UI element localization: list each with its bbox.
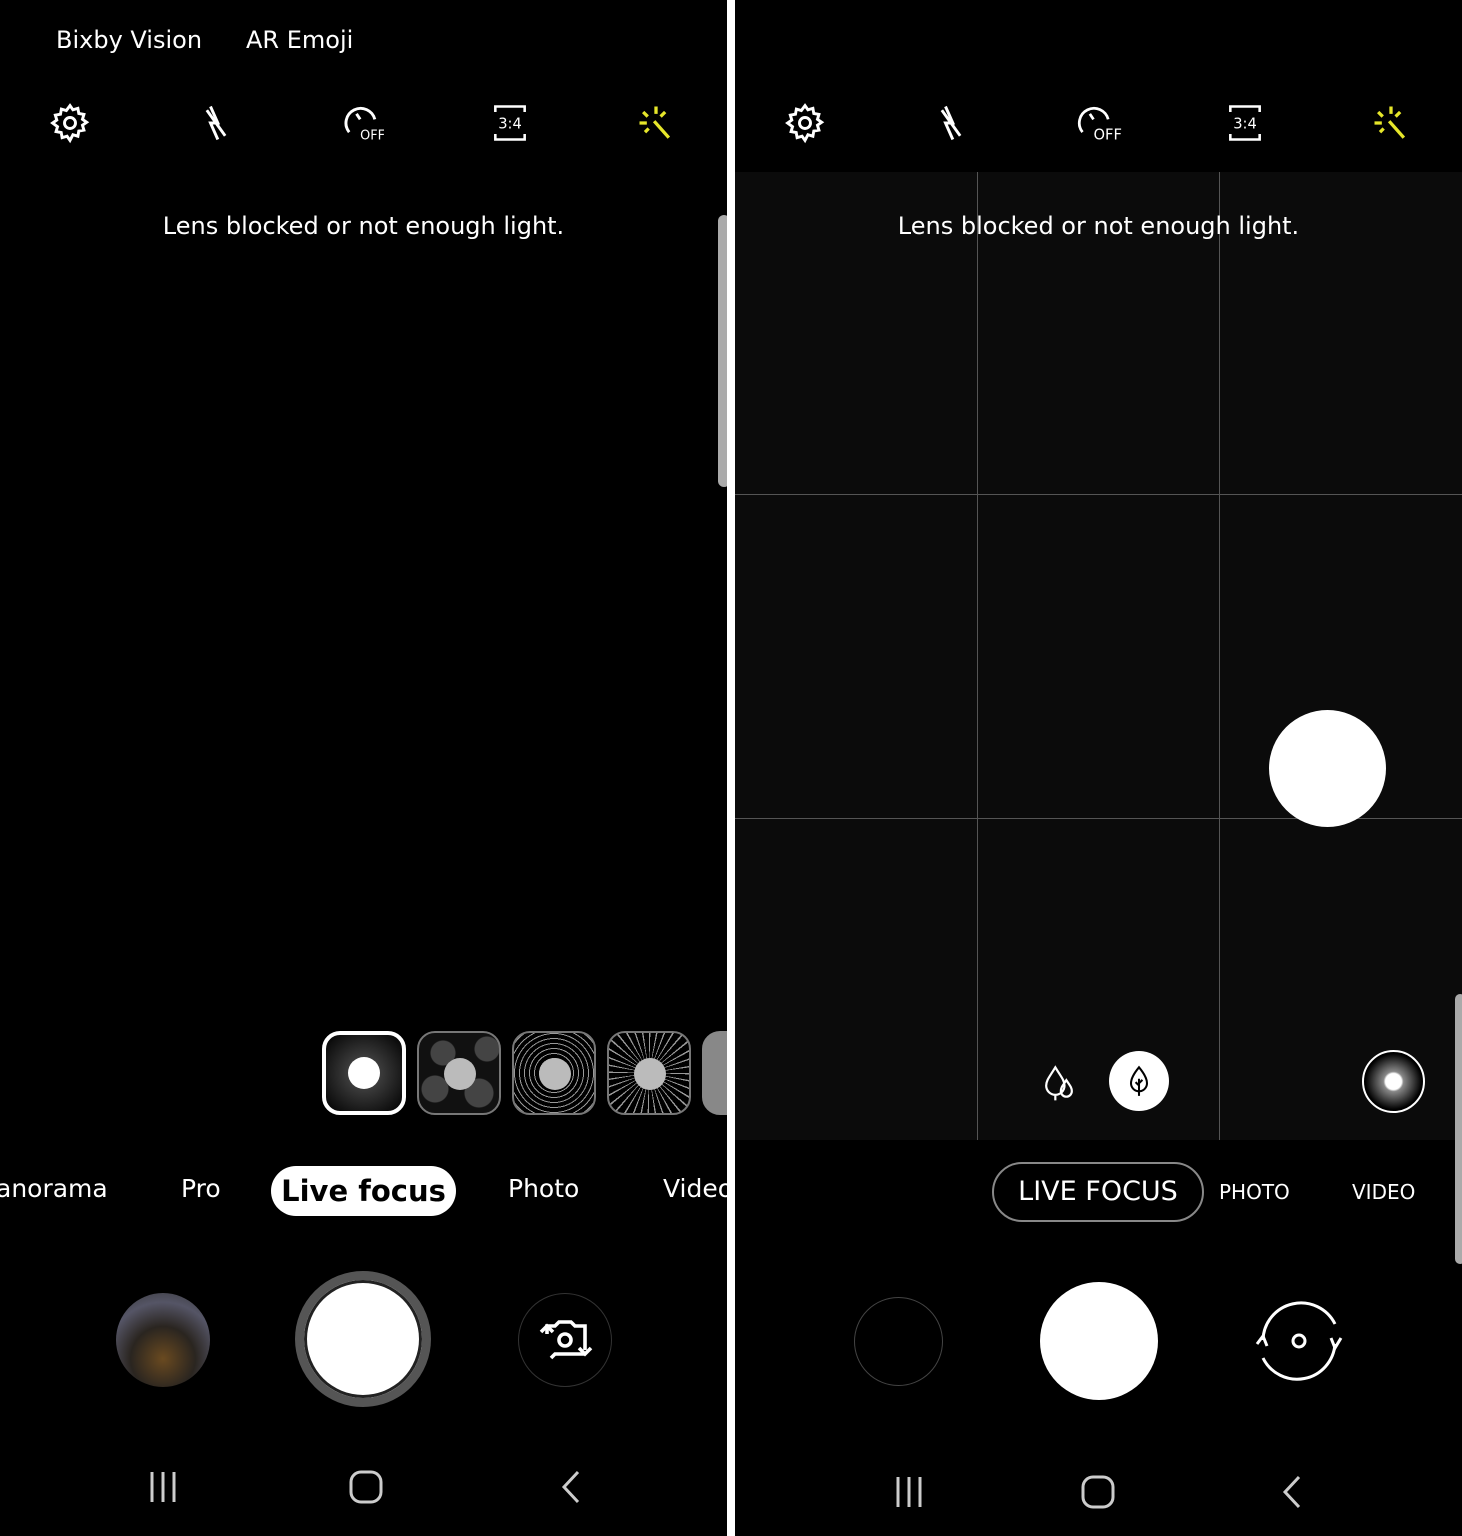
settings-icon[interactable] bbox=[48, 101, 92, 145]
switch-camera-button[interactable] bbox=[1247, 1298, 1351, 1386]
mode-photo[interactable]: Photo bbox=[508, 1174, 579, 1203]
grid-line bbox=[735, 494, 1462, 495]
recent-apps-button[interactable] bbox=[144, 1467, 184, 1507]
svg-text:OFF: OFF bbox=[1094, 127, 1122, 144]
filter-effects-icon[interactable] bbox=[1369, 101, 1413, 145]
effect-spin[interactable] bbox=[607, 1031, 691, 1115]
effect-color-point[interactable] bbox=[512, 1031, 596, 1115]
effect-zoom[interactable] bbox=[702, 1031, 727, 1115]
back-button[interactable] bbox=[552, 1467, 592, 1507]
svg-text:OFF: OFF bbox=[360, 129, 384, 144]
svg-text:3:4: 3:4 bbox=[498, 116, 522, 133]
tree-icon bbox=[1129, 1065, 1149, 1096]
home-button[interactable] bbox=[346, 1467, 386, 1507]
bixby-vision-link[interactable]: Bixby Vision bbox=[56, 26, 202, 54]
shutter-button[interactable] bbox=[1040, 1282, 1158, 1400]
mode-video[interactable]: VIDEO bbox=[1352, 1180, 1415, 1204]
gallery-thumbnail[interactable] bbox=[854, 1297, 943, 1386]
background-blur-icon[interactable] bbox=[1037, 1060, 1081, 1104]
svg-text:3:4: 3:4 bbox=[1233, 116, 1257, 133]
home-button[interactable] bbox=[1078, 1472, 1118, 1512]
effect-big-circle[interactable] bbox=[417, 1031, 501, 1115]
blur-strength-button[interactable] bbox=[1362, 1050, 1425, 1113]
mode-photo[interactable]: PHOTO bbox=[1219, 1180, 1290, 1204]
effect-blur[interactable] bbox=[322, 1031, 406, 1115]
mode-pro[interactable]: Pro bbox=[181, 1174, 221, 1203]
side-handle[interactable] bbox=[1455, 994, 1462, 1264]
grid-line bbox=[1219, 172, 1220, 1140]
effect-dot bbox=[444, 1058, 476, 1090]
mode-live-focus[interactable]: Live focus bbox=[271, 1166, 456, 1216]
mode-video[interactable]: Video bbox=[663, 1174, 727, 1203]
shutter-button[interactable] bbox=[295, 1271, 431, 1407]
flash-off-icon[interactable] bbox=[929, 101, 973, 145]
side-handle[interactable] bbox=[718, 215, 727, 487]
recent-apps-button[interactable] bbox=[890, 1472, 930, 1512]
filter-effects-icon[interactable] bbox=[634, 101, 678, 145]
viewfinder[interactable] bbox=[735, 172, 1462, 1140]
left-camera-screen: Bixby Vision AR Emoji OFF 3:4 Lens block… bbox=[0, 0, 727, 1536]
grid-line bbox=[977, 172, 978, 1140]
effect-dot bbox=[348, 1057, 380, 1089]
aspect-ratio-icon[interactable]: 3:4 bbox=[1223, 101, 1267, 145]
lens-blocked-message: Lens blocked or not enough light. bbox=[162, 212, 565, 240]
aspect-ratio-icon[interactable]: 3:4 bbox=[488, 101, 532, 145]
settings-icon[interactable] bbox=[783, 101, 827, 145]
floating-shutter-button[interactable] bbox=[1269, 710, 1386, 827]
timer-off-icon[interactable]: OFF bbox=[340, 101, 385, 145]
gallery-thumbnail[interactable] bbox=[116, 1293, 210, 1387]
effect-dot bbox=[634, 1058, 666, 1090]
timer-off-icon[interactable]: OFF bbox=[1073, 101, 1125, 145]
mode-panorama[interactable]: anorama bbox=[0, 1174, 108, 1203]
effect-dot bbox=[539, 1058, 571, 1090]
flash-off-icon[interactable] bbox=[194, 101, 238, 145]
right-camera-screen: OFF 3:4 Lens blocked or not enough light… bbox=[735, 0, 1462, 1536]
switch-camera-icon bbox=[539, 1320, 593, 1360]
switch-camera-button[interactable] bbox=[518, 1293, 612, 1387]
mode-live-focus[interactable]: LIVE FOCUS bbox=[992, 1162, 1204, 1222]
focus-effect-button[interactable] bbox=[1109, 1051, 1169, 1111]
back-button[interactable] bbox=[1273, 1472, 1313, 1512]
switch-camera-icon bbox=[1255, 1301, 1343, 1381]
lens-blocked-message: Lens blocked or not enough light. bbox=[897, 212, 1300, 240]
ar-emoji-link[interactable]: AR Emoji bbox=[246, 26, 353, 54]
